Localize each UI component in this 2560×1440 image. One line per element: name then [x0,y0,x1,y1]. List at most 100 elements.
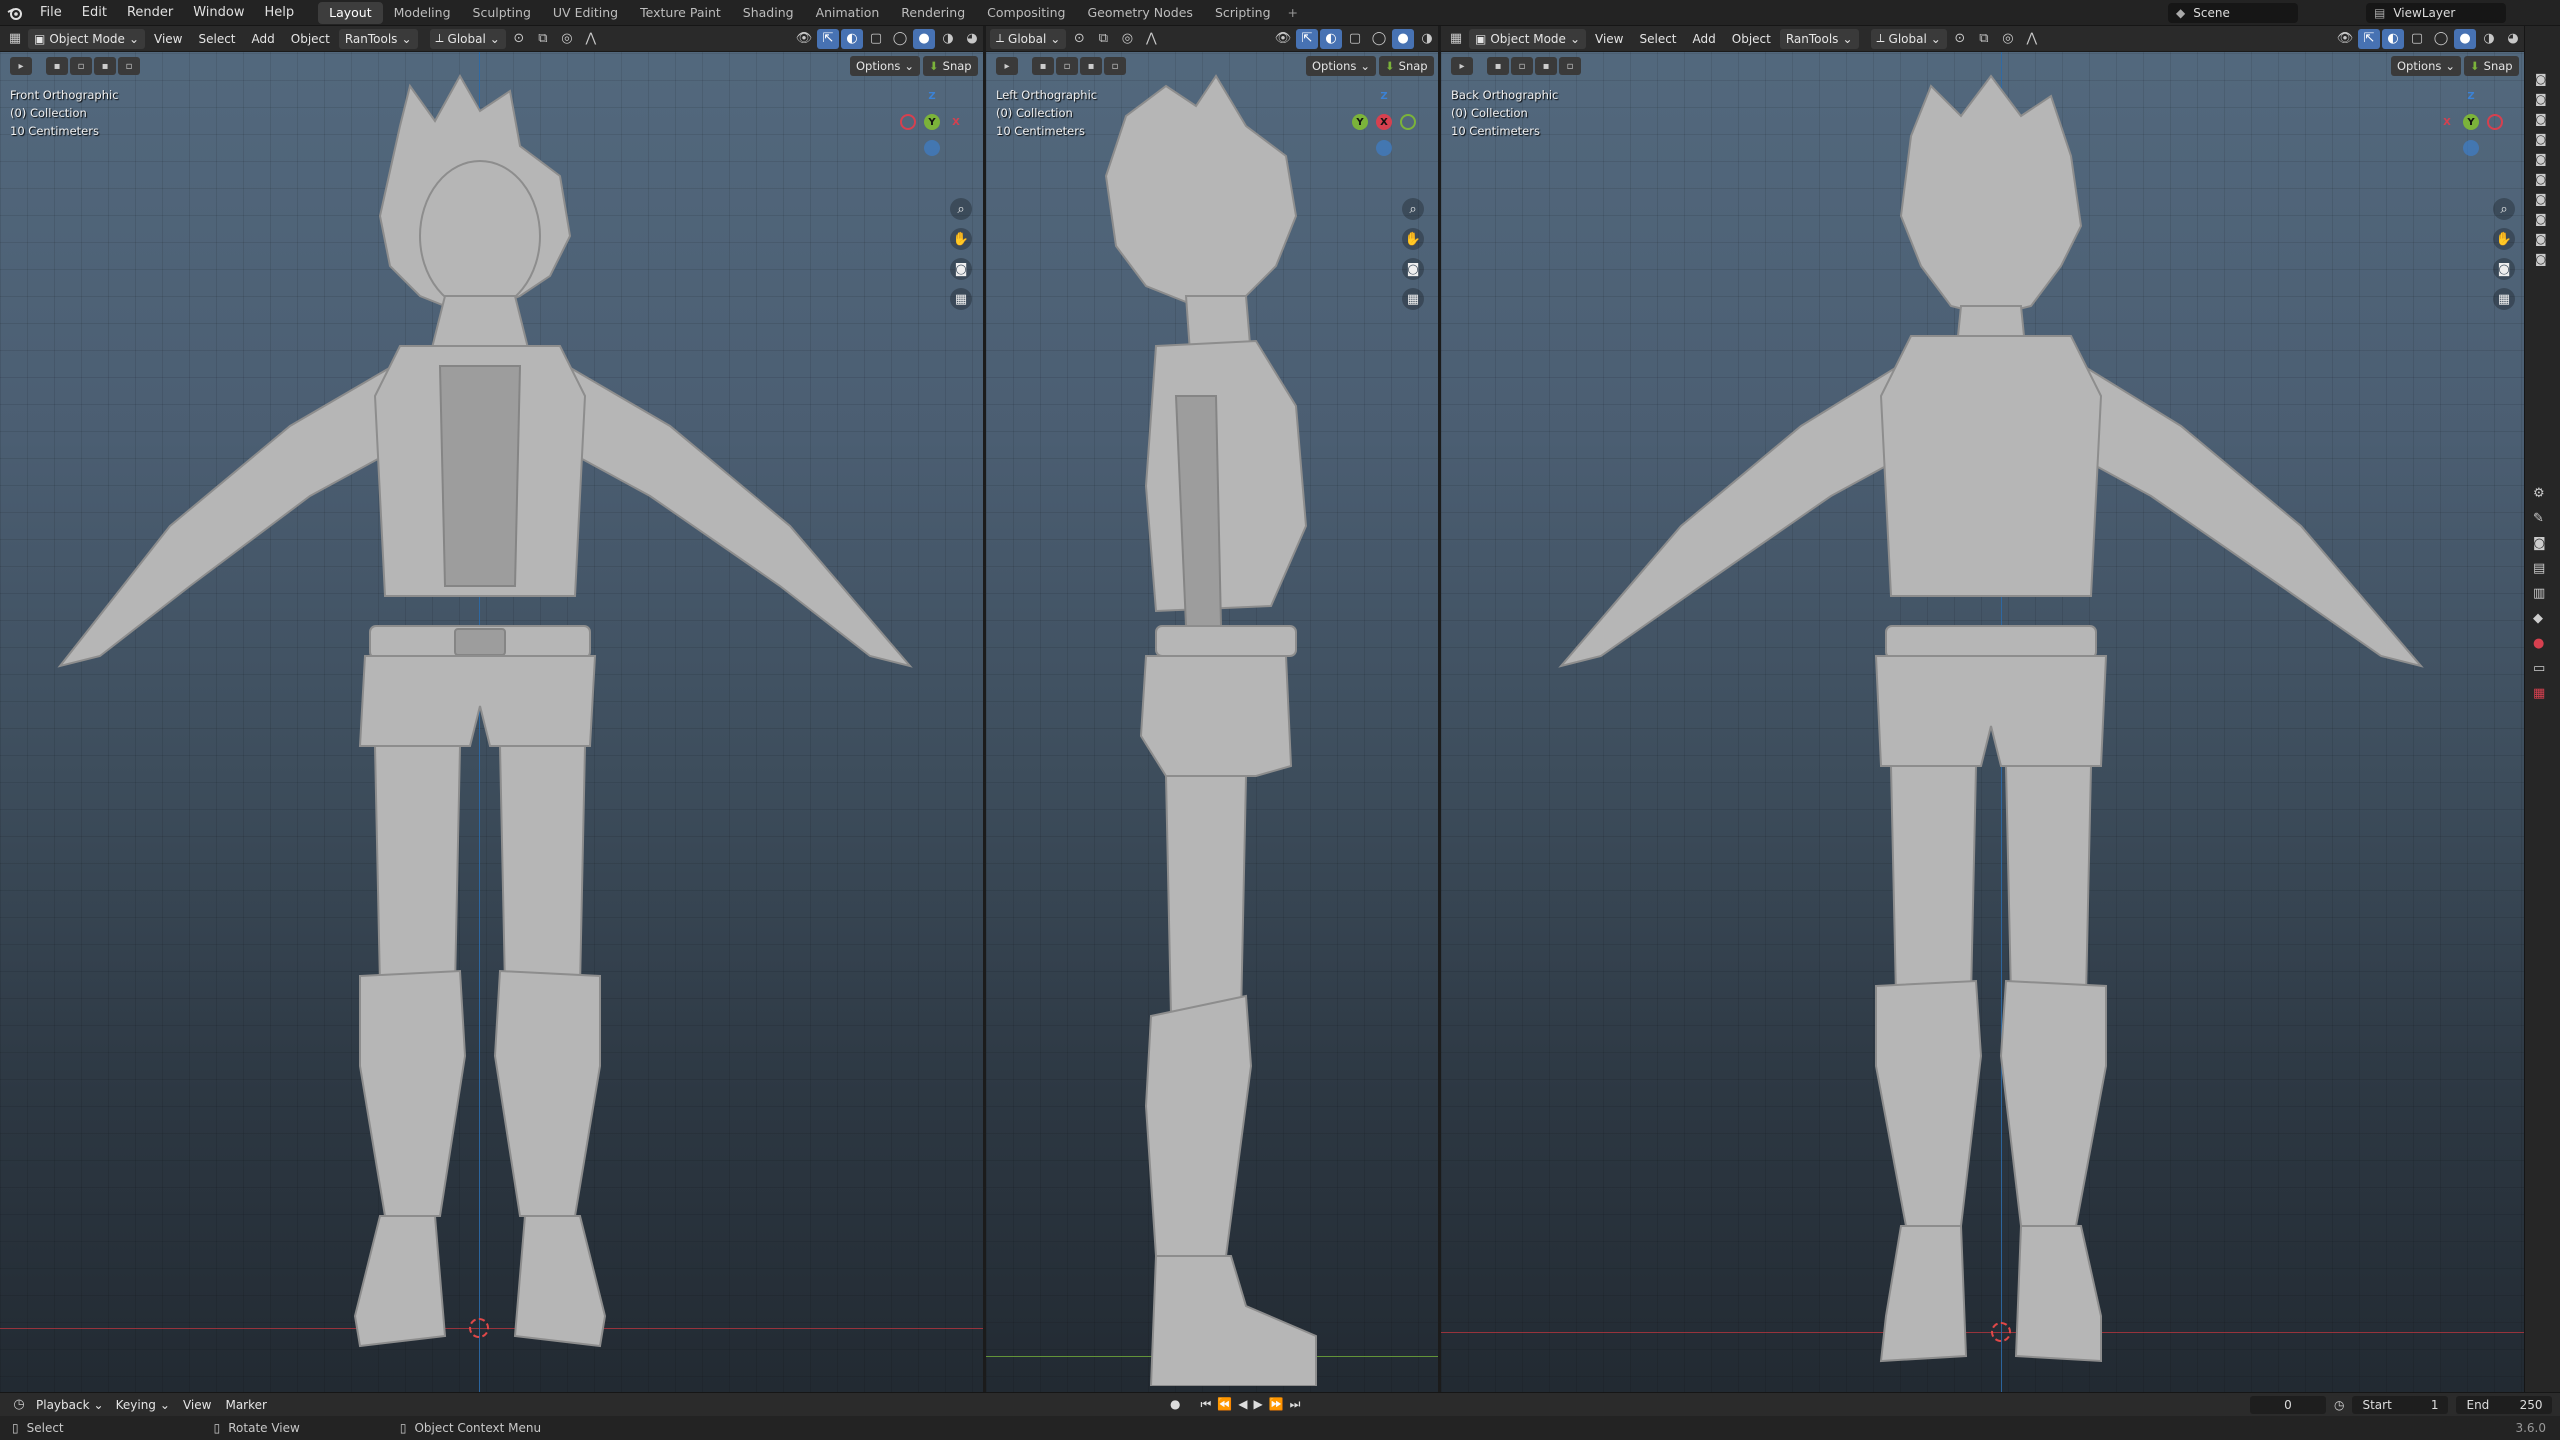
visibility-icon[interactable]: 👁 [793,29,815,49]
character-model-front[interactable] [40,66,940,1386]
select-tool-icon[interactable]: ▸ [1451,57,1473,75]
navigation-gizmo[interactable]: Z X Y [2431,84,2511,194]
camera-visibility-icon[interactable]: ◙ [2535,152,2547,166]
mode-dropdown[interactable]: ▣ Object Mode ⌄ [28,28,145,49]
playback-menu[interactable]: Playback ⌄ [30,1395,110,1415]
falloff-icon[interactable]: ⋀ [1140,29,1162,49]
viewport-front[interactable]: ▦ ▣ Object Mode ⌄ View Select Add Object R… [0,26,983,1392]
tab-rendering[interactable]: Rendering [890,2,976,24]
orientation-dropdown[interactable]: ⟂ Global ⌄ [990,28,1067,49]
menu-help[interactable]: Help [255,0,305,26]
editor-type-icon[interactable]: ◷ [8,1395,30,1415]
menu-marker[interactable]: Marker [218,1398,273,1412]
pan-hand-icon[interactable]: ✋ [1402,228,1424,250]
overlay-toggle-icon[interactable]: ◐ [1320,28,1342,49]
menu-window[interactable]: Window [183,0,254,26]
wireframe-shading-icon[interactable]: ◯ [1368,29,1390,49]
select-new-icon[interactable]: ▪ [46,57,68,75]
gizmo-neg-z-axis[interactable] [2463,140,2479,156]
menu-add[interactable]: Add [245,32,282,46]
select-extend-icon[interactable]: ▫ [1511,57,1533,75]
record-icon[interactable]: ● [1170,1397,1180,1412]
tool-settings-icon[interactable]: ⚙ [2533,486,2546,501]
material-shading-icon[interactable]: ◑ [1416,29,1438,49]
tab-texture-paint[interactable]: Texture Paint [629,2,732,24]
camera-visibility-icon[interactable]: ◙ [2535,72,2547,86]
camera-visibility-icon[interactable]: ◙ [2535,212,2547,226]
gizmo-z-axis[interactable]: Z [924,88,940,104]
select-invert-icon[interactable]: ▫ [1559,57,1581,75]
camera-visibility-icon[interactable]: ◙ [2535,92,2547,106]
menu-object[interactable]: Object [1725,32,1778,46]
rantools-dropdown[interactable]: RanTools ⌄ [338,28,418,49]
view-layer-selector[interactable]: ▤ ViewLayer [2366,3,2506,23]
rendered-shading-icon[interactable]: ◕ [2502,29,2524,49]
xray-icon[interactable]: ▢ [1344,29,1366,49]
options-dropdown[interactable]: Options ⌄ [1306,56,1377,76]
tab-compositing[interactable]: Compositing [976,2,1076,24]
gizmo-x-axis[interactable]: X [1376,114,1392,130]
orientation-dropdown[interactable]: ⟂ Global ⌄ [1870,28,1947,49]
keying-menu[interactable]: Keying ⌄ [110,1395,176,1415]
options-dropdown[interactable]: Options ⌄ [2391,56,2462,76]
tab-sculpting[interactable]: Sculpting [462,2,542,24]
start-frame-field[interactable]: Start 1 [2352,1395,2449,1414]
gizmo-neg-z-axis[interactable] [924,140,940,156]
proportional-edit-icon[interactable]: ◎ [556,29,578,49]
play-icon[interactable]: ▶ [1253,1397,1262,1412]
tab-shading[interactable]: Shading [732,2,805,24]
gizmo-toggle-icon[interactable]: ⇱ [817,28,839,49]
ortho-grid-icon[interactable]: ▦ [2493,288,2515,310]
jump-keyframe-forward-icon[interactable]: ⏩ [1269,1397,1284,1412]
mode-dropdown[interactable]: ▣ Object Mode ⌄ [1469,28,1586,49]
material-shading-icon[interactable]: ◑ [2478,29,2500,49]
add-workspace-icon[interactable]: + [1282,2,1304,24]
jump-start-icon[interactable]: ⏮ [1200,1397,1211,1412]
character-model-side[interactable] [1046,66,1386,1386]
overlay-toggle-icon[interactable]: ◐ [841,28,863,49]
xray-icon[interactable]: ▢ [865,29,887,49]
camera-visibility-icon[interactable]: ◙ [2535,132,2547,146]
select-subtract-icon[interactable]: ▪ [94,57,116,75]
solid-shading-icon[interactable]: ● [1392,28,1414,49]
gizmo-y-axis[interactable]: Y [2463,114,2479,130]
select-invert-icon[interactable]: ▫ [1104,57,1126,75]
snap-toggle-icon[interactable]: ⧉ [1092,29,1114,49]
menu-view[interactable]: View [1588,32,1630,46]
render-properties-icon[interactable]: ◙ [2533,536,2546,551]
clock-icon[interactable]: ◷ [2334,1398,2344,1412]
collection-properties-icon[interactable]: ▭ [2533,661,2546,676]
scene-selector[interactable]: ◆ Scene [2168,3,2298,23]
ortho-grid-icon[interactable]: ▦ [1402,288,1424,310]
current-frame-field[interactable]: 0 [2250,1395,2326,1414]
visibility-icon[interactable]: 👁 [1272,29,1294,49]
options-dropdown[interactable]: Options ⌄ [850,56,921,76]
scene-properties-icon[interactable]: ◆ [2533,611,2546,626]
gizmo-neg-x-axis[interactable] [2487,114,2503,130]
tab-animation[interactable]: Animation [805,2,891,24]
gizmo-neg-x-axis[interactable] [900,114,916,130]
gizmo-toggle-icon[interactable]: ⇱ [2358,28,2380,49]
menu-file[interactable]: File [30,0,72,26]
xray-icon[interactable]: ▢ [2406,29,2428,49]
camera-visibility-icon[interactable]: ◙ [2535,172,2547,186]
camera-visibility-icon[interactable]: ◙ [2535,252,2547,266]
falloff-icon[interactable]: ⋀ [580,29,602,49]
zoom-icon[interactable]: ⌕ [950,198,972,220]
blender-logo-icon[interactable] [0,0,30,26]
select-invert-icon[interactable]: ▫ [118,57,140,75]
select-new-icon[interactable]: ▪ [1487,57,1509,75]
navigation-gizmo[interactable]: Z Y X [1344,84,1424,194]
rantools-dropdown[interactable]: RanTools ⌄ [1779,28,1859,49]
select-subtract-icon[interactable]: ▪ [1080,57,1102,75]
gizmo-neg-z-axis[interactable] [1376,140,1392,156]
tab-geometry-nodes[interactable]: Geometry Nodes [1077,2,1204,24]
wrench-icon[interactable]: ✎ [2533,511,2546,526]
viewport-left[interactable]: ⟂ Global ⌄ ⊙ ⧉ ◎ ⋀ 👁 ⇱ ◐ ▢ ◯ ● ◑ ▸ ▪ ▫ ▪ ▫… [986,26,1438,1392]
snap-button[interactable]: ⬇ Snap [1379,56,1434,76]
falloff-icon[interactable]: ⋀ [2021,29,2043,49]
rendered-shading-icon[interactable]: ◕ [961,29,983,49]
proportional-edit-icon[interactable]: ◎ [1997,29,2019,49]
select-tool-icon[interactable]: ▸ [10,57,32,75]
gizmo-y-axis[interactable]: Y [1352,114,1368,130]
